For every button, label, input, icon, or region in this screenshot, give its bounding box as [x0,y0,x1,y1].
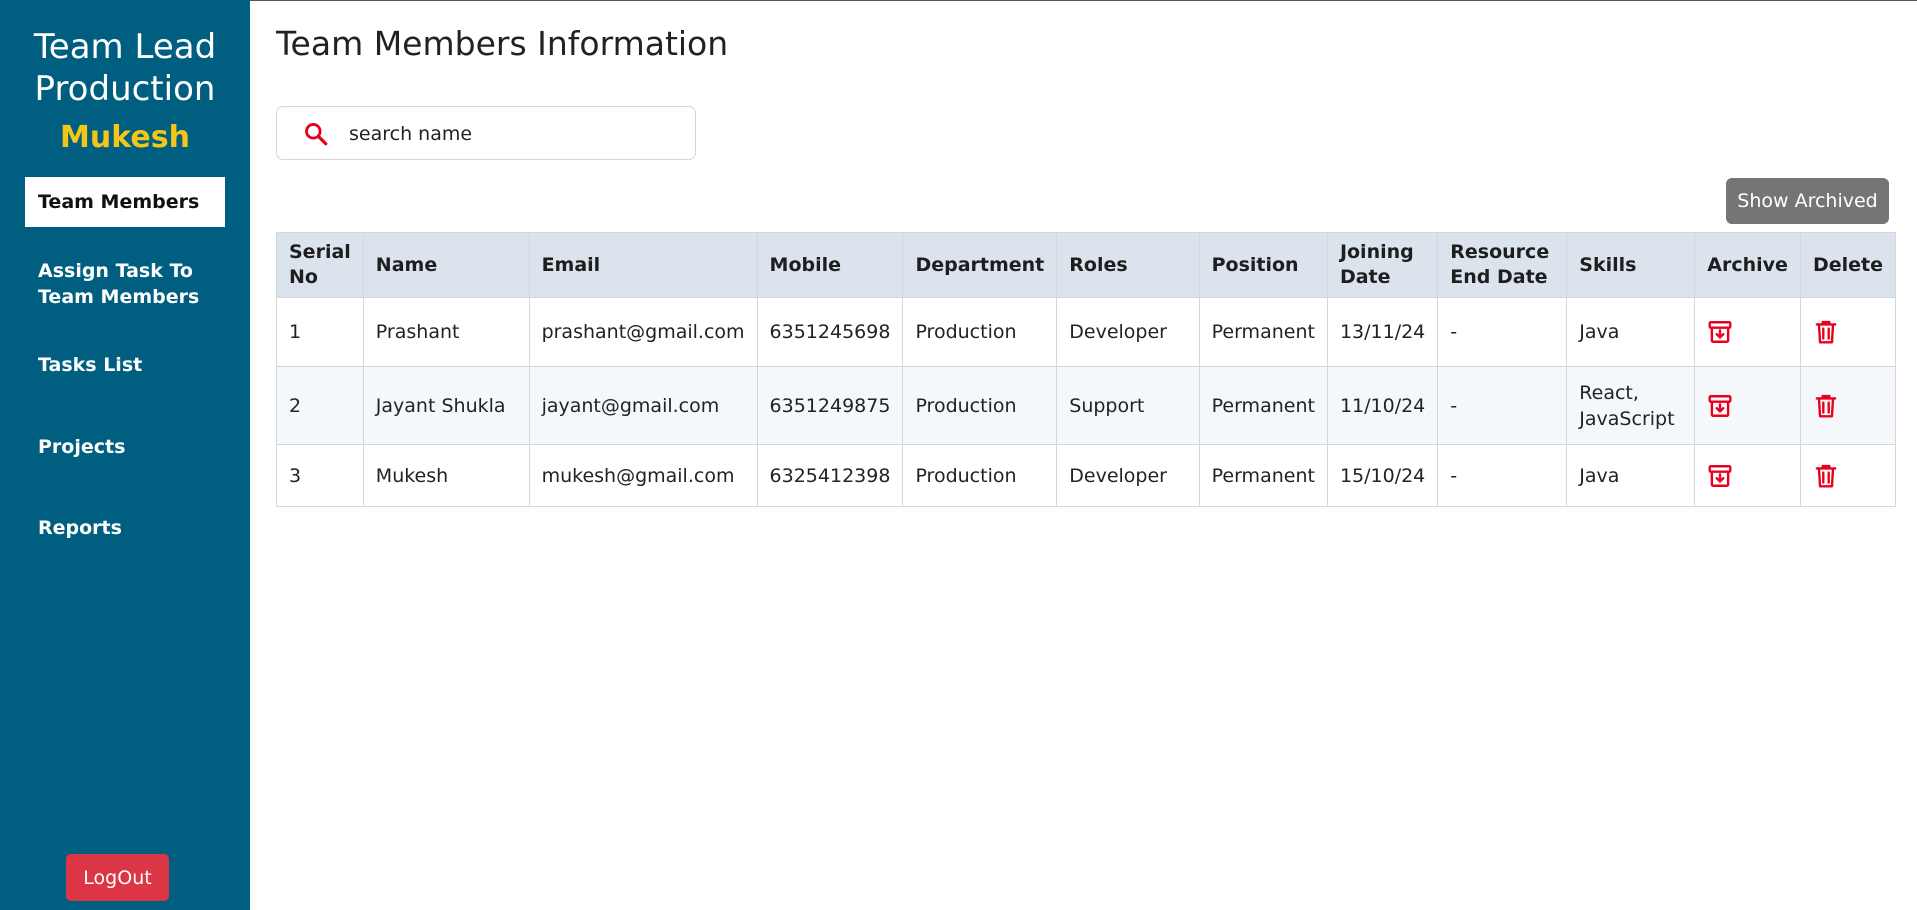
cell-role: Support [1056,366,1200,445]
cell-joining-date: 11/10/24 [1326,366,1439,445]
cell-delete [1799,444,1897,507]
cell-role: Developer [1056,297,1200,367]
cell-serial: 1 [276,297,364,367]
cell-name: Mukesh [362,444,530,507]
cell-serial: 2 [276,366,364,445]
cell-mobile: 6325412398 [756,444,904,507]
column-header-delete: Delete [1799,232,1897,298]
cell-mobile: 6351245698 [756,297,904,367]
column-header-archive: Archive [1694,232,1801,298]
logout-button[interactable]: LogOut [66,854,169,901]
sidebar-item-assign-task[interactable]: Assign Task To Team Members [25,258,225,310]
archive-icon[interactable] [1707,319,1733,345]
cell-skills: React, JavaScript [1566,366,1696,445]
search-input[interactable] [347,119,681,149]
cell-position: Permanent [1198,444,1328,507]
cell-end-date: - [1437,444,1568,507]
sidebar-item-reports[interactable]: Reports [25,515,225,541]
sidebar: Team Lead Production Mukesh Team Members… [0,0,250,910]
sidebar-item-team-members[interactable]: Team Members [25,177,225,227]
sidebar-item-projects[interactable]: Projects [25,434,225,460]
archive-icon[interactable] [1707,463,1733,489]
sidebar-item-tasks-list[interactable]: Tasks List [25,352,225,378]
search-icon [305,123,328,146]
cell-email: mukesh@gmail.com [528,444,758,507]
column-header-serial-no: Serial No [276,232,364,298]
cell-name: Jayant Shukla [362,366,530,445]
cell-department: Production [902,444,1058,507]
column-header-joining-date: Joining Date [1326,232,1439,298]
column-header-mobile: Mobile [756,232,904,298]
sidebar-user-name: Mukesh [60,120,190,155]
cell-end-date: - [1437,366,1568,445]
archive-icon[interactable] [1707,393,1733,419]
cell-position: Permanent [1198,297,1328,367]
sidebar-title: Team Lead Production [0,26,250,110]
page-title: Team Members Information [276,24,729,63]
cell-delete [1799,366,1897,445]
cell-skills: Java [1566,444,1696,507]
cell-archive [1694,297,1801,367]
search-box[interactable] [276,106,696,160]
table-header-row: Serial No Name Email Mobile Department R… [276,232,1897,298]
column-header-resource-end-date: Resource End Date [1437,232,1568,298]
column-header-position: Position [1198,232,1328,298]
table-row: 2 Jayant Shukla jayant@gmail.com 6351249… [276,366,1897,445]
cell-archive [1694,366,1801,445]
sidebar-title-line2: Production [34,69,216,109]
column-header-skills: Skills [1566,232,1696,298]
cell-role: Developer [1056,444,1200,507]
column-header-name: Name [362,232,530,298]
cell-delete [1799,297,1897,367]
column-header-roles: Roles [1056,232,1200,298]
trash-icon[interactable] [1813,319,1839,345]
cell-department: Production [902,297,1058,367]
main-content: Team Members Information Show Archived S… [250,0,1917,910]
cell-end-date: - [1437,297,1568,367]
cell-mobile: 6351249875 [756,366,904,445]
cell-joining-date: 13/11/24 [1326,297,1439,367]
cell-email: jayant@gmail.com [528,366,758,445]
cell-serial: 3 [276,444,364,507]
trash-icon[interactable] [1813,393,1839,419]
cell-email: prashant@gmail.com [528,297,758,367]
cell-department: Production [902,366,1058,445]
show-archived-button[interactable]: Show Archived [1726,178,1889,224]
cell-skills: Java [1566,297,1696,367]
table-row: 3 Mukesh mukesh@gmail.com 6325412398 Pro… [276,444,1897,507]
cell-joining-date: 15/10/24 [1326,444,1439,507]
trash-icon[interactable] [1813,463,1839,489]
cell-archive [1694,444,1801,507]
table-row: 1 Prashant prashant@gmail.com 6351245698… [276,297,1897,367]
team-members-table: Serial No Name Email Mobile Department R… [276,232,1897,507]
column-header-email: Email [528,232,758,298]
cell-position: Permanent [1198,366,1328,445]
column-header-department: Department [902,232,1058,298]
cell-name: Prashant [362,297,530,367]
sidebar-title-line1: Team Lead [33,27,217,67]
